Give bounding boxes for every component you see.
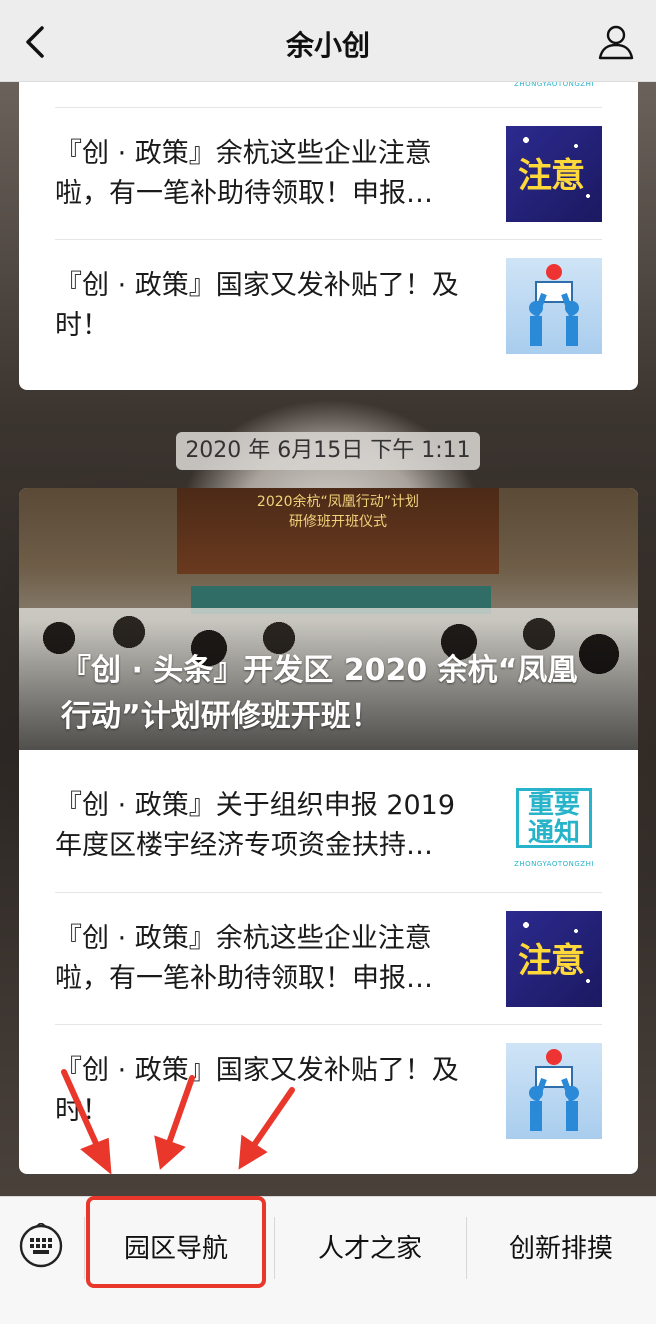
important-notice-thumbnail: 重要 通知 ZHONGYAOTONGZHI xyxy=(506,778,602,874)
article-card-top: ZHONGYAOTONGZHI 『创 · 政策』余杭这些企业注意啦，有一笔补助待… xyxy=(19,40,638,390)
article-title: 『创 · 政策』余杭这些企业注意啦，有一笔补助待领取！申报… xyxy=(55,138,433,209)
article-title: 『创 · 政策』国家又发补贴了！及时！ xyxy=(55,270,459,341)
article-title: 『创 · 政策』余杭这些企业注意啦，有一笔补助待领取！申报… xyxy=(55,923,433,994)
notice-thumb-text: 注意 xyxy=(518,941,585,981)
menu-item-innovation-survey[interactable]: 创新排摸 xyxy=(466,1229,656,1269)
subsidy-thumbnail xyxy=(506,258,602,354)
list-item[interactable]: 『创 · 政策』余杭这些企业注意啦，有一笔补助待领取！申报… 注意 xyxy=(55,892,602,1024)
notice-thumb-text: 注意 xyxy=(518,156,585,196)
article-card: 2020余杭“凤凰行动”计划 研修班开班仪式 『创 · 头条』开发区 2020 … xyxy=(19,488,638,1174)
subsidy-thumbnail xyxy=(506,1043,602,1139)
keyboard-toggle-icon[interactable] xyxy=(18,1221,64,1269)
list-item[interactable]: 『创 · 政策』国家又发补贴了！及时！ xyxy=(55,239,602,371)
hero-title: 『创 · 头条』开发区 2020 余杭“凤凰行动”计划研修班开班！ xyxy=(61,653,578,734)
highlight-box xyxy=(86,1196,266,1288)
list-item[interactable]: 『创 · 政策』国家又发补贴了！及时！ xyxy=(55,1024,602,1156)
list-item[interactable]: 『创 · 政策』余杭这些企业注意啦，有一笔补助待领取！申报… 注意 xyxy=(55,107,602,239)
menu-item-talent-home[interactable]: 人才之家 xyxy=(274,1229,466,1269)
notice-thumbnail: 注意 xyxy=(506,126,602,222)
notice-thumbnail: 注意 xyxy=(506,911,602,1007)
article-title: 『创 · 政策』关于组织申报 2019 年度区楼宇经济专项资金扶持… xyxy=(55,790,456,861)
user-profile-icon[interactable] xyxy=(596,22,636,62)
hero-screen-title: 2020余杭“凤凰行动”计划 研修班开班仪式 xyxy=(256,494,420,530)
message-timestamp: 2020 年 6月15日 下午 1:11 xyxy=(176,432,480,470)
list-item[interactable]: 『创 · 政策』关于组织申报 2019 年度区楼宇经济专项资金扶持… 重要 通知… xyxy=(55,760,602,892)
top-nav-bar: 余小创 xyxy=(0,0,656,82)
page-title: 余小创 xyxy=(285,29,370,62)
article-title: 『创 · 政策』国家又发补贴了！及时！ xyxy=(55,1055,459,1126)
hero-article[interactable]: 2020余杭“凤凰行动”计划 研修班开班仪式 『创 · 头条』开发区 2020 … xyxy=(19,488,638,750)
